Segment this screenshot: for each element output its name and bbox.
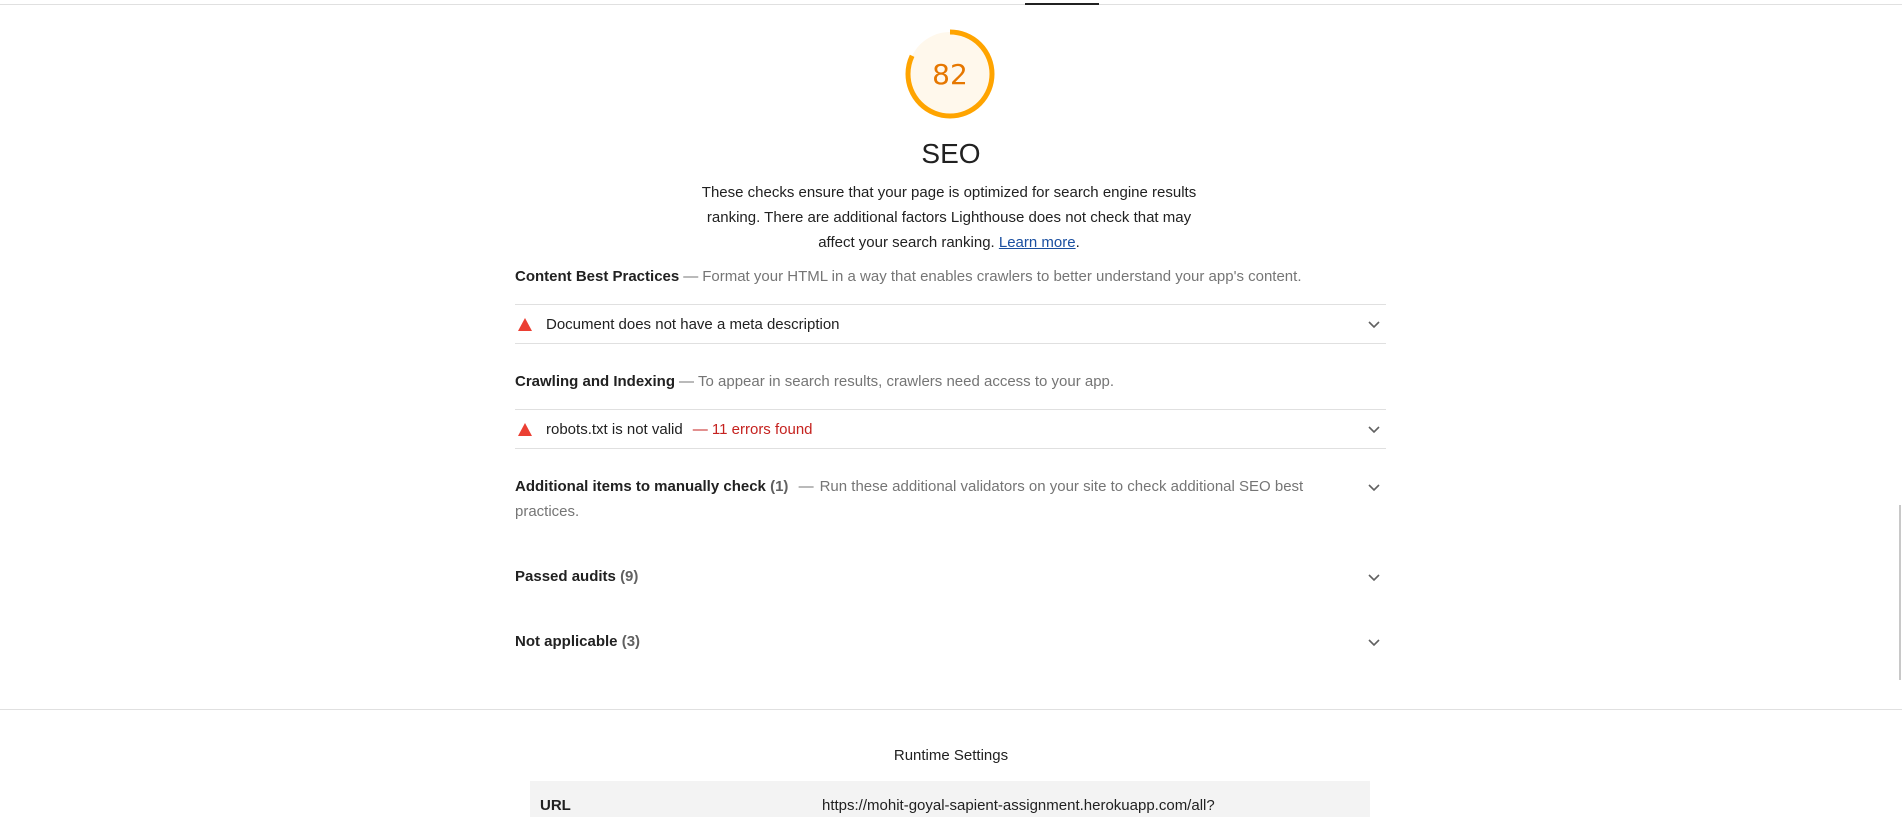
group-title: Crawling and Indexing — [515, 373, 676, 390]
group-title: Content Best Practices — [515, 268, 680, 285]
seo-score-gauge[interactable]: 82 — [904, 28, 996, 120]
audit-error-count: — 11 errors found — [692, 420, 813, 438]
manual-count: (1) — [770, 478, 789, 495]
group-description: To appear in search results, crawlers ne… — [698, 373, 1115, 390]
scrollbar-thumb[interactable] — [1899, 505, 1901, 680]
group-crawling-and-indexing: Crawling and Indexing — To appear in searc… — [515, 369, 1386, 394]
category-title: SEO — [921, 138, 981, 169]
fail-triangle-icon — [518, 422, 532, 436]
runtime-settings-title: Runtime Settings — [893, 747, 1009, 764]
runtime-value: https://mohit-goyal-sapient-assignment.h… — [822, 797, 1215, 814]
audit-robots-txt[interactable]: robots.txt is not valid — 11 errors foun… — [515, 409, 1386, 449]
runtime-key: URL — [540, 797, 571, 814]
chevron-down-icon[interactable] — [1368, 571, 1380, 583]
passed-title: Passed audits — [515, 568, 616, 585]
group-content-best-practices: Content Best Practices — Format your HTML … — [515, 264, 1386, 289]
passed-count: (9) — [620, 568, 639, 585]
manual-checks-group[interactable]: Additional items to manually check (1) —… — [515, 474, 1315, 524]
chevron-down-icon[interactable] — [1368, 318, 1380, 330]
group-description: Format your HTML in a way that enables c… — [702, 268, 1302, 285]
passed-audits-group[interactable]: Passed audits (9) — [515, 564, 1386, 589]
report-top-border — [0, 4, 1902, 5]
audit-title: robots.txt is not valid — [546, 420, 683, 438]
chevron-down-icon[interactable] — [1368, 423, 1380, 435]
not-applicable-title: Not applicable — [515, 633, 618, 650]
score-value: 82 — [932, 57, 968, 91]
chevron-down-icon[interactable] — [1368, 636, 1380, 648]
fail-triangle-icon — [518, 317, 532, 331]
audit-title: Document does not have a meta descriptio… — [546, 315, 840, 333]
section-divider — [0, 709, 1902, 710]
category-description-text: These checks ensure that your page is op… — [701, 184, 1197, 251]
not-applicable-group[interactable]: Not applicable (3) — [515, 629, 1386, 654]
chevron-down-icon[interactable] — [1368, 481, 1380, 493]
description-period: . — [1075, 234, 1080, 251]
audit-meta-description[interactable]: Document does not have a meta descriptio… — [515, 304, 1386, 344]
manual-title: Additional items to manually check — [515, 478, 766, 495]
active-category-indicator — [1025, 3, 1099, 5]
learn-more-link[interactable]: Learn more — [999, 234, 1076, 251]
group-dash: — — [679, 373, 695, 390]
category-description: These checks ensure that your page is op… — [691, 180, 1207, 255]
not-applicable-count: (3) — [621, 633, 641, 650]
group-dash: — — [683, 268, 699, 285]
runtime-url-row: URL https://mohit-goyal-sapient-assignme… — [530, 781, 1370, 817]
manual-dash: — — [798, 478, 814, 495]
